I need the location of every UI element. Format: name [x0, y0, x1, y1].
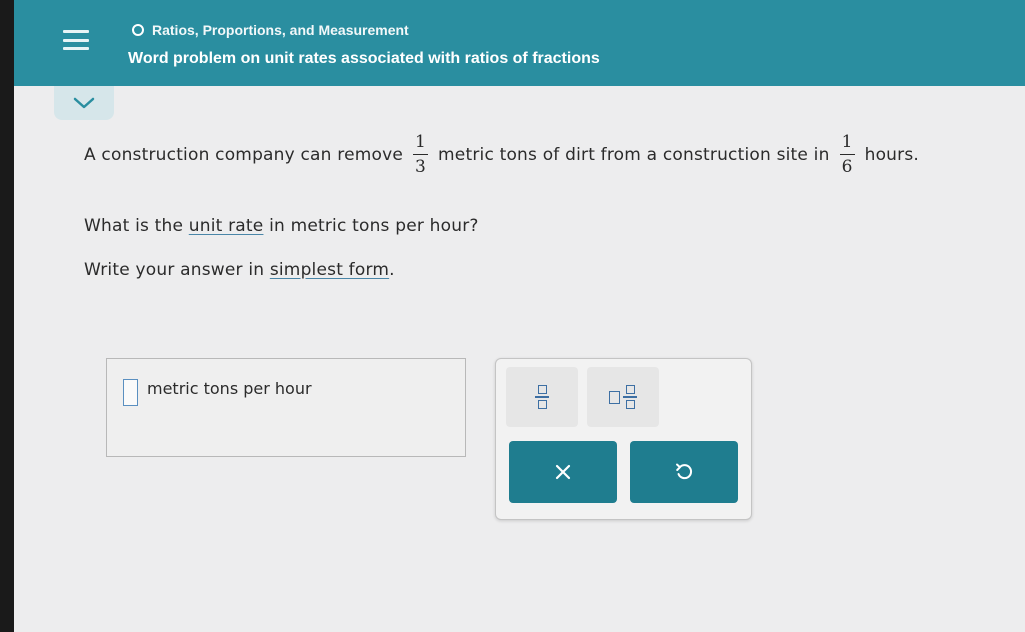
clear-button[interactable] [509, 441, 617, 503]
fraction-button[interactable] [506, 367, 578, 427]
fraction-one-sixth: 1 6 [839, 132, 855, 177]
fraction-icon [535, 385, 549, 409]
question-text-before: What is the [84, 216, 184, 236]
collapse-toggle[interactable] [54, 86, 114, 120]
unit-label: metric tons per hour [147, 379, 312, 398]
chevron-down-icon [73, 97, 95, 109]
problem-text-2: metric tons of dirt from a construction … [438, 144, 830, 165]
category-title: Ratios, Proportions, and Measurement [152, 22, 409, 38]
unit-rate-link[interactable]: unit rate [189, 216, 264, 236]
undo-button[interactable] [630, 441, 738, 503]
problem-text-1: A construction company can remove [84, 144, 404, 165]
mixed-number-button[interactable] [587, 367, 659, 427]
fraction-numerator: 1 [839, 132, 855, 155]
answer-area: metric tons per hour [106, 358, 466, 457]
simplest-form-link[interactable]: simplest form [270, 260, 389, 280]
problem-statement: A construction company can remove 1 3 me… [84, 132, 1024, 177]
undo-icon [676, 463, 693, 480]
instruction: Write your answer in simplest form. [84, 260, 395, 280]
problem-text-3: hours. [864, 144, 920, 165]
fraction-numerator: 1 [413, 132, 429, 155]
fraction-denominator: 6 [841, 157, 853, 177]
question-text-after: in metric tons per hour? [269, 216, 479, 236]
answer-input[interactable] [123, 379, 138, 406]
close-icon [555, 464, 571, 480]
category-row: Ratios, Proportions, and Measurement [132, 22, 409, 38]
mixed-number-icon [609, 385, 637, 409]
question: What is the unit rate in metric tons per… [84, 216, 479, 236]
math-keypad [495, 358, 752, 520]
instruction-text-before: Write your answer in [84, 260, 265, 280]
fraction-denominator: 3 [415, 157, 427, 177]
screen: Ratios, Proportions, and Measurement Wor… [14, 0, 1025, 632]
instruction-text-after: . [389, 260, 395, 280]
header: Ratios, Proportions, and Measurement Wor… [14, 0, 1025, 86]
status-dot-icon [132, 24, 144, 36]
menu-icon[interactable] [63, 30, 89, 50]
fraction-one-third: 1 3 [413, 132, 429, 177]
topic-title: Word problem on unit rates associated wi… [128, 50, 600, 67]
